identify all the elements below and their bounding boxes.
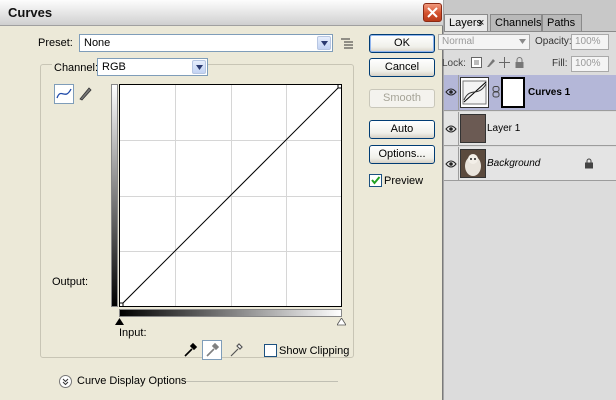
eye-icon	[445, 160, 457, 168]
curve-point-tool[interactable]	[54, 84, 74, 104]
tab-paths[interactable]: Paths	[542, 14, 582, 32]
tab-label: Paths	[547, 17, 576, 29]
tab-label: Channels	[495, 17, 542, 29]
smooth-button[interactable]: Smooth	[369, 89, 435, 108]
ok-button[interactable]: OK	[369, 34, 435, 53]
curve-line	[120, 85, 341, 306]
layer-row-layer-1[interactable]: Layer 1	[444, 112, 616, 146]
input-gradient-bar	[119, 309, 342, 317]
channel-label: Channel:	[52, 62, 101, 74]
opacity-field[interactable]: 100%	[571, 34, 609, 50]
dog-photo-icon	[465, 154, 481, 176]
chain-link-icon[interactable]	[492, 86, 500, 98]
opacity-label: Opacity:	[535, 36, 572, 47]
gray-eyedropper-icon	[206, 342, 220, 357]
curves-dialog: Curves Preset: None OK Cancel Smooth Aut…	[0, 0, 443, 400]
show-clipping-label: Show Clipping	[279, 345, 350, 357]
layer-name: Background	[487, 158, 541, 169]
input-label: Input:	[119, 327, 147, 339]
curve-graph[interactable]	[118, 83, 343, 308]
preset-label: Preset:	[38, 37, 73, 49]
layers-panel-body: Normal Opacity: 100% Lock: Fill: 100% Cu…	[438, 31, 616, 400]
dialog-title: Curves	[8, 5, 53, 20]
black-point-slider-icon[interactable]	[115, 318, 124, 326]
black-eyedropper-icon[interactable]	[182, 342, 198, 358]
dialog-titlebar[interactable]: Curves	[0, 0, 443, 26]
curve-graph-svg	[118, 83, 343, 308]
channel-value: RGB	[102, 61, 126, 73]
layer-mask-thumbnail[interactable]	[501, 77, 525, 108]
tab-channels[interactable]: Channels	[490, 14, 542, 32]
curve-point	[118, 302, 124, 308]
lock-position-icon[interactable]	[499, 57, 510, 68]
pencil-icon	[79, 87, 92, 101]
double-chevron-down-icon	[62, 378, 69, 386]
layer-row-background[interactable]: Background	[444, 147, 616, 181]
tab-close-icon[interactable]: ×	[478, 15, 484, 31]
options-button[interactable]: Options...	[369, 145, 435, 164]
curve-point	[337, 83, 343, 89]
layers-panel: Layers × Channels Paths Normal Opacity: …	[438, 0, 616, 400]
output-label: Output:	[52, 276, 89, 288]
curves-adjustment-icon	[462, 80, 487, 105]
layer-thumbnail	[460, 114, 486, 143]
visibility-toggle[interactable]	[444, 75, 459, 111]
white-eyedropper-icon[interactable]	[228, 342, 244, 358]
eye-icon	[445, 88, 457, 96]
layer-thumbnail	[460, 149, 486, 178]
curve-tool-icon	[56, 88, 72, 99]
chevron-down-icon	[519, 39, 526, 44]
cancel-button[interactable]: Cancel	[369, 58, 435, 77]
close-button[interactable]	[423, 3, 442, 22]
channel-select[interactable]: RGB	[97, 58, 208, 76]
curve-display-options-label[interactable]: Curve Display Options	[77, 375, 186, 387]
lock-icon	[585, 158, 593, 169]
close-icon	[427, 7, 438, 18]
lock-label: Lock:	[442, 58, 466, 69]
layer-name: Curves 1	[528, 87, 571, 98]
layer-name: Layer 1	[487, 123, 521, 134]
gray-eyedropper-button[interactable]	[202, 340, 222, 360]
separator	[186, 381, 338, 382]
opacity-value: 100%	[575, 36, 601, 47]
lock-all-icon[interactable]	[514, 57, 525, 68]
preset-select[interactable]: None	[79, 34, 333, 52]
fill-field[interactable]: 100%	[571, 56, 609, 72]
layer-row-curves-1[interactable]: Curves 1	[444, 75, 616, 111]
preview-checkbox[interactable]	[369, 174, 382, 187]
blend-mode-value: Normal	[442, 36, 475, 47]
preview-label: Preview	[384, 175, 424, 187]
fill-value: 100%	[575, 58, 601, 69]
output-gradient-bar	[111, 84, 118, 307]
visibility-toggle[interactable]	[444, 112, 459, 146]
white-point-slider-icon[interactable]	[337, 318, 346, 326]
preset-value: None	[84, 37, 111, 49]
visibility-toggle[interactable]	[444, 147, 459, 181]
chevron-down-icon	[192, 60, 206, 74]
show-clipping-checkbox[interactable]	[264, 344, 277, 357]
tab-layers[interactable]: Layers ×	[444, 14, 488, 32]
checkmark-icon	[371, 176, 381, 185]
chevron-down-icon	[317, 36, 331, 50]
fill-label: Fill:	[552, 58, 568, 69]
expand-toggle[interactable]	[59, 375, 72, 388]
blend-mode-select[interactable]: Normal	[438, 34, 530, 50]
lock-image-icon[interactable]	[485, 57, 496, 68]
lock-transparent-icon[interactable]	[471, 57, 482, 68]
adjustment-thumbnail	[460, 77, 489, 108]
auto-button[interactable]: Auto	[369, 120, 435, 139]
eye-icon	[445, 125, 457, 133]
preset-options-icon[interactable]	[341, 37, 355, 49]
pencil-tool[interactable]	[76, 84, 96, 104]
